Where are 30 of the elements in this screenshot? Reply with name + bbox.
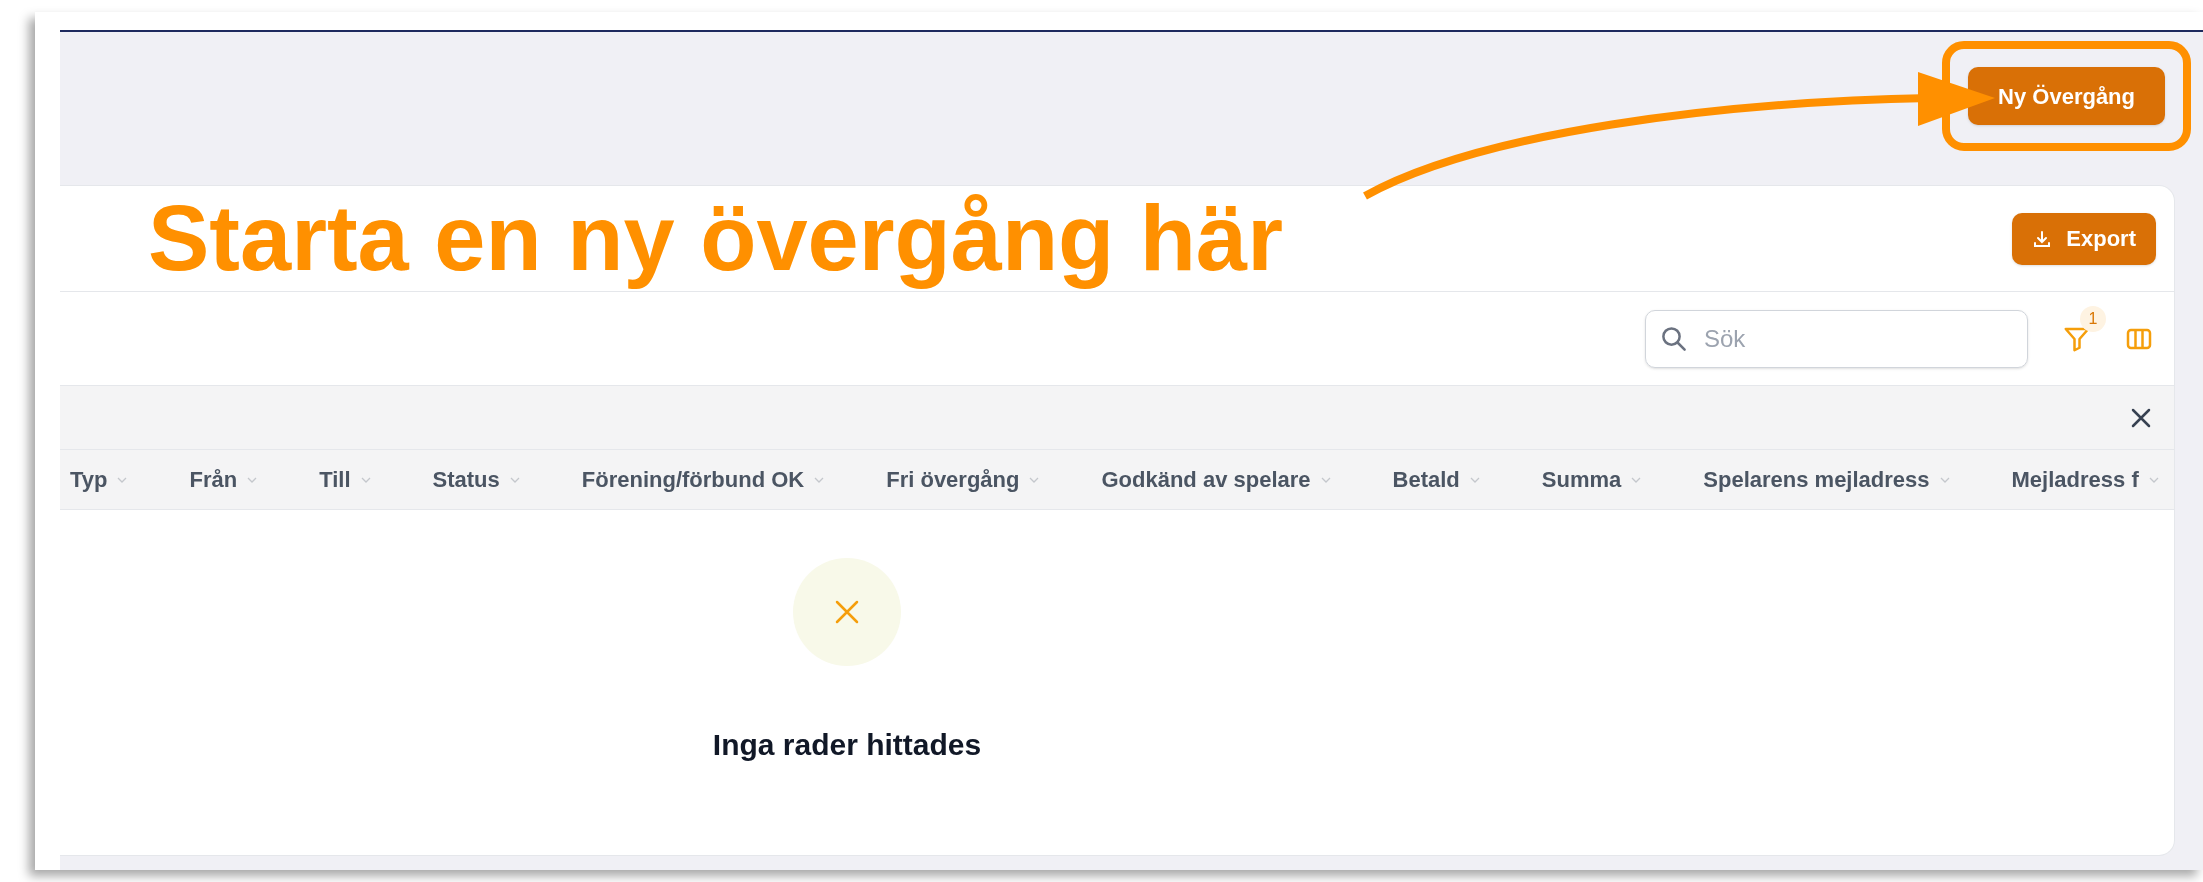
chevron-down-icon xyxy=(1469,476,1480,483)
chevron-down-icon xyxy=(247,476,258,483)
column-header[interactable]: Status xyxy=(432,463,520,496)
chevron-down-icon xyxy=(2148,476,2159,483)
chevron-down-icon xyxy=(509,476,520,483)
annotation-text: Starta en ny övergång här xyxy=(148,186,1283,291)
chevron-down-icon xyxy=(1029,476,1040,483)
close-icon[interactable] xyxy=(2130,406,2152,429)
search-field[interactable]: Sök xyxy=(1645,309,2028,368)
column-header[interactable]: Godkänd av spelare xyxy=(1101,463,1331,496)
close-icon xyxy=(834,599,860,625)
empty-message: Inga rader hittades xyxy=(712,727,982,763)
column-header[interactable]: Från xyxy=(189,463,258,496)
download-icon xyxy=(2032,228,2053,249)
chevron-down-icon xyxy=(360,476,371,483)
chevron-down-icon xyxy=(1320,476,1331,483)
column-header[interactable]: Typ xyxy=(70,463,128,496)
chevron-down-icon xyxy=(1631,476,1642,483)
column-header[interactable]: Betald xyxy=(1392,463,1480,496)
columns-icon[interactable] xyxy=(2126,326,2152,351)
chevron-down-icon xyxy=(814,476,825,483)
column-header[interactable]: Spelarens mejladress xyxy=(1703,463,1950,496)
column-header[interactable]: Mejladress f xyxy=(2011,463,2159,496)
column-header[interactable]: Till xyxy=(319,463,371,496)
chevron-down-icon xyxy=(1939,476,1950,483)
filter-count-badge: 1 xyxy=(2080,305,2106,332)
column-header[interactable]: Fri övergång xyxy=(886,463,1040,496)
column-header[interactable]: Förening/förbund OK xyxy=(581,463,825,496)
chevron-down-icon xyxy=(117,476,128,483)
column-header[interactable]: Summa xyxy=(1541,463,1642,496)
